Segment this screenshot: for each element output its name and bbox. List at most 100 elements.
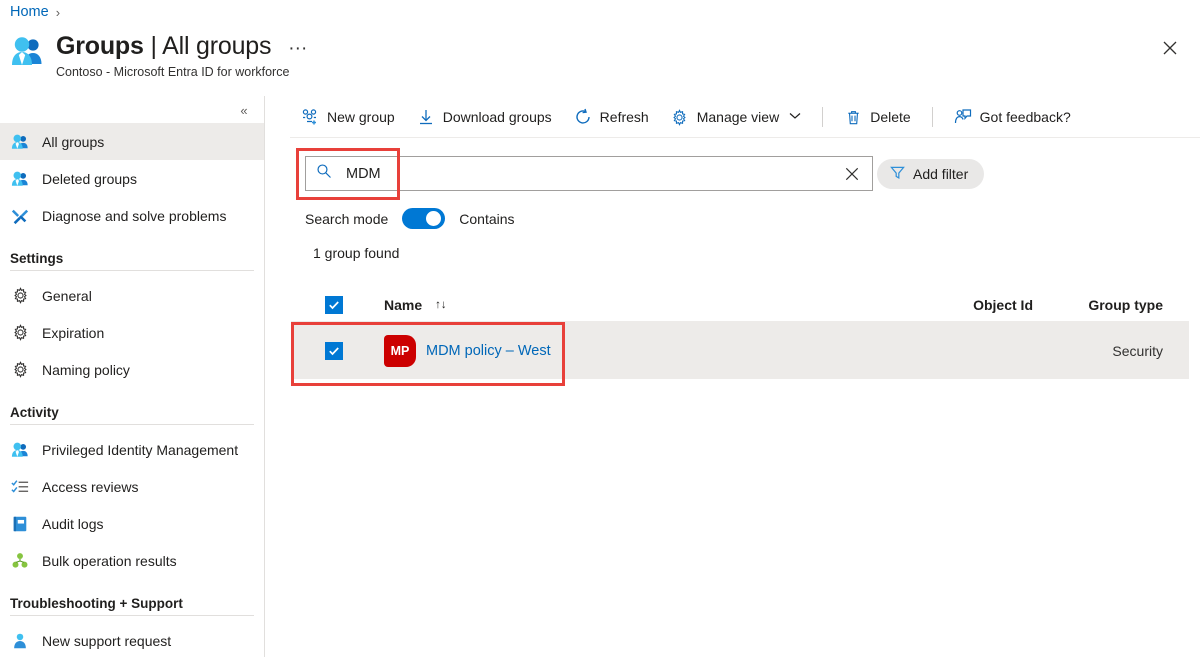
search-mode-label: Search mode (305, 210, 389, 227)
breadcrumb-separator-icon: › (55, 4, 61, 20)
select-all-checkbox[interactable] (325, 295, 343, 314)
groups-icon (10, 440, 30, 460)
sidebar-item-access-reviews[interactable]: Access reviews (0, 468, 264, 505)
column-header-group-type[interactable]: Group type (1033, 297, 1163, 313)
group-name-cell: MP MDM policy – West (343, 334, 763, 367)
manage-view-button[interactable]: Manage view (660, 101, 813, 133)
sidebar-item-naming-policy[interactable]: Naming policy (0, 351, 264, 388)
sidebar-section-troubleshooting-support: Troubleshooting + Support (10, 596, 183, 611)
result-count-label: 1 group found (313, 245, 400, 261)
page-title-sub: All groups (162, 32, 272, 60)
toggle-knob (426, 211, 442, 226)
sidebar: « All groups Deleted groups Diagnose and… (0, 96, 265, 657)
person-icon (10, 631, 30, 651)
divider (10, 424, 254, 425)
collapse-sidebar-button[interactable]: « (232, 99, 256, 121)
add-filter-label: Add filter (913, 166, 969, 182)
page-header: Groups | All groups ··· Contoso - Micros… (10, 30, 310, 81)
delete-label: Delete (870, 109, 911, 125)
got-feedback-button[interactable]: Got feedback? (943, 101, 1082, 133)
sidebar-item-label: Access reviews (42, 478, 139, 495)
breadcrumb-home[interactable]: Home (10, 4, 49, 20)
divider (822, 107, 824, 127)
search-mode-toggle[interactable] (402, 208, 446, 229)
sidebar-item-audit-logs[interactable]: Audit logs (0, 505, 264, 542)
sidebar-item-label: New support request (42, 632, 172, 649)
column-header-name-label: Name (384, 296, 423, 313)
groups-icon (10, 34, 44, 68)
column-header-name[interactable]: Name ↑↓ (343, 297, 763, 313)
delete-button[interactable]: Delete (833, 101, 921, 133)
search-icon (316, 163, 332, 184)
column-header-object-id[interactable]: Object Id (763, 297, 1033, 313)
groups-table: Name ↑↓ Object Id Group type MP MDM poli… (291, 288, 1189, 379)
refresh-icon (574, 108, 592, 126)
gear-icon (10, 360, 30, 380)
clear-search-icon[interactable] (842, 164, 862, 184)
trash-icon (844, 108, 862, 126)
groups-icon (10, 169, 30, 189)
gear-icon (10, 323, 30, 343)
command-bar: New group Download groups Refresh Manage… (290, 99, 1190, 135)
sidebar-item-label: Naming policy (42, 361, 130, 378)
filter-icon (890, 165, 905, 183)
sidebar-item-label: Diagnose and solve problems (42, 207, 227, 224)
sidebar-item-label: Bulk operation results (42, 552, 177, 569)
new-group-button[interactable]: New group (290, 101, 406, 133)
sidebar-item-label: Expiration (42, 324, 105, 341)
add-filter-button[interactable]: Add filter (877, 159, 985, 189)
search-box[interactable] (305, 156, 873, 191)
got-feedback-label: Got feedback? (979, 109, 1071, 125)
checklist-icon (10, 477, 30, 497)
page-title-main: Groups (56, 32, 144, 60)
new-group-label: New group (327, 109, 395, 125)
add-group-icon (301, 108, 319, 126)
chevron-down-icon (789, 112, 801, 123)
download-groups-label: Download groups (442, 109, 552, 125)
sidebar-section-activity: Activity (10, 405, 59, 420)
table-row[interactable]: MP MDM policy – West Security (291, 322, 1189, 379)
download-groups-button[interactable]: Download groups (406, 101, 563, 133)
sidebar-item-privileged-identity-management[interactable]: Privileged Identity Management (0, 431, 264, 468)
refresh-button[interactable]: Refresh (563, 101, 660, 133)
sidebar-item-bulk-operation-results[interactable]: Bulk operation results (0, 542, 264, 579)
divider (10, 270, 254, 271)
gear-icon (10, 286, 30, 306)
sidebar-item-label: Privileged Identity Management (42, 441, 239, 458)
bulk-icon (10, 551, 30, 571)
sidebar-item-label: General (42, 287, 92, 304)
search-mode-value: Contains (459, 210, 515, 227)
sidebar-item-all-groups[interactable]: All groups (0, 123, 264, 160)
download-icon (417, 108, 435, 126)
page-title-separator: | (143, 32, 163, 60)
breadcrumb: Home › (10, 0, 60, 24)
page-title: Groups | All groups (56, 30, 271, 62)
book-icon (10, 514, 30, 534)
group-type-cell: Security (1112, 342, 1163, 359)
sidebar-item-expiration[interactable]: Expiration (0, 314, 264, 351)
sidebar-item-general[interactable]: General (0, 277, 264, 314)
gear-icon (671, 108, 689, 126)
sidebar-item-deleted-groups[interactable]: Deleted groups (0, 160, 264, 197)
sidebar-item-label: Audit logs (42, 515, 104, 532)
divider (931, 107, 933, 127)
sidebar-item-new-support-request[interactable]: New support request (0, 622, 264, 657)
sidebar-item-label: Deleted groups (42, 170, 137, 187)
table-header-row: Name ↑↓ Object Id Group type (291, 288, 1189, 322)
more-options-button[interactable]: ··· (285, 39, 310, 59)
sidebar-item-diagnose-and-solve-problems[interactable]: Diagnose and solve problems (0, 197, 264, 234)
search-input[interactable] (344, 164, 842, 183)
manage-view-label: Manage view (696, 109, 780, 125)
search-mode-row: Search mode Contains (305, 208, 515, 229)
group-name-link[interactable]: MDM policy – West (426, 343, 551, 359)
azure-portal-groups-page: Home › Groups | All groups ··· Contoso -… (0, 0, 1200, 657)
avatar: MP (384, 334, 416, 367)
row-checkbox[interactable] (325, 341, 343, 360)
groups-icon (10, 132, 30, 152)
close-blade-button[interactable] (1154, 32, 1186, 64)
command-bar-divider (290, 137, 1200, 138)
sidebar-item-label: All groups (42, 133, 105, 150)
sort-icon[interactable]: ↑↓ (435, 299, 447, 311)
refresh-label: Refresh (599, 109, 649, 125)
divider (10, 615, 254, 616)
